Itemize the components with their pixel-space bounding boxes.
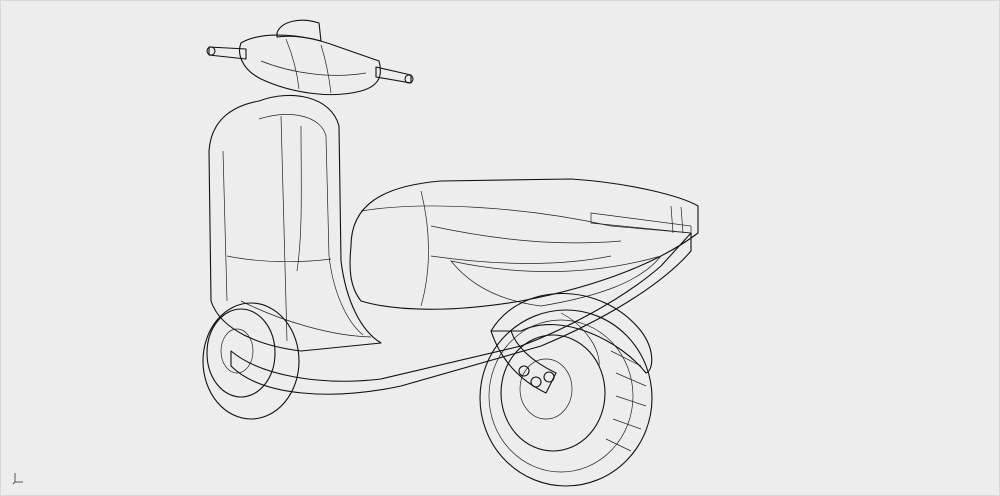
- rear-wheel: [479, 309, 653, 487]
- scooter-model[interactable]: [1, 1, 1000, 496]
- front-wheel: [202, 302, 300, 420]
- handlebar: [206, 19, 414, 96]
- floor-board: [230, 232, 692, 395]
- cad-viewport[interactable]: [0, 0, 1000, 496]
- axis-triad-icon: [12, 473, 23, 485]
